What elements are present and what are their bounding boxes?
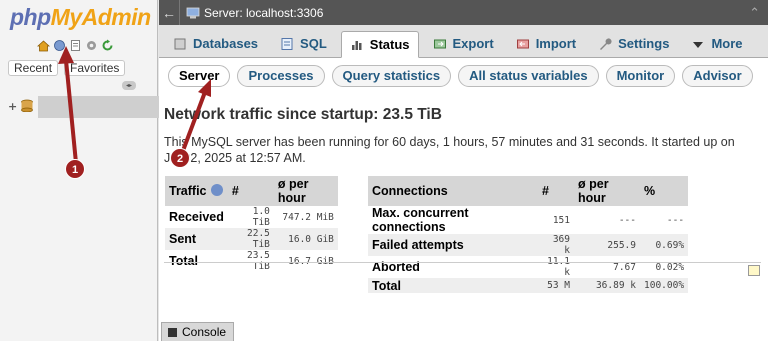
traffic-header: Traffic bbox=[165, 176, 228, 206]
subtab-all-status-variables[interactable]: All status variables bbox=[458, 65, 599, 87]
annotation-badge-1: 1 bbox=[65, 159, 85, 179]
page-title: Network traffic since startup: 23.5 TiB bbox=[164, 106, 442, 123]
uptime-text: This MySQL server has been running for 6… bbox=[164, 135, 735, 165]
server-icon bbox=[186, 7, 200, 18]
logout-icon[interactable] bbox=[53, 39, 66, 52]
connections-table: Connections # ø per hour % Max. concurre… bbox=[368, 176, 689, 293]
subtab-advisor[interactable]: Advisor bbox=[682, 65, 753, 87]
status-icon bbox=[351, 40, 362, 50]
help-icon[interactable] bbox=[210, 184, 223, 196]
traffic-table: Traffic # ø per hour Received 1.0 TiB 74… bbox=[165, 176, 338, 272]
table-row: Sent 22.5 TiB 16.0 GiB bbox=[165, 228, 338, 250]
connections-header: Connections bbox=[368, 176, 538, 206]
nav-icon-bar bbox=[37, 39, 114, 52]
console-button[interactable]: Console bbox=[161, 322, 235, 341]
subtab-monitor[interactable]: Monitor bbox=[605, 65, 676, 87]
tab-import[interactable]: Import bbox=[508, 30, 584, 57]
home-icon[interactable] bbox=[37, 39, 50, 52]
settings-icon[interactable] bbox=[85, 39, 98, 52]
tab-sql[interactable]: SQL bbox=[272, 30, 335, 57]
import-icon bbox=[516, 39, 529, 48]
table-row: Total 53 M 36.89 k 100.00% bbox=[368, 278, 689, 293]
caret-down-icon bbox=[693, 41, 704, 48]
per-hour-header: ø per hour bbox=[574, 176, 640, 206]
nav-tabs: Recent Favorites bbox=[8, 60, 126, 76]
wrench-icon bbox=[600, 37, 612, 50]
table-row: Max. concurrent connections 151 --- --- bbox=[368, 206, 689, 234]
tab-databases[interactable]: Databases bbox=[165, 30, 266, 57]
main-panel: ← Server: localhost:3306 ⌃ Databases SQL… bbox=[159, 0, 768, 341]
table-row: Failed attempts 369 k 255.9 0.69% bbox=[368, 234, 689, 256]
favorites-tab[interactable]: Favorites bbox=[64, 60, 126, 76]
table-row: Total 23.5 TiB 16.7 GiB bbox=[165, 250, 338, 272]
sql-icon bbox=[281, 37, 293, 50]
count-header: # bbox=[227, 176, 274, 206]
back-arrow-icon[interactable]: ← bbox=[159, 5, 179, 21]
database-icon bbox=[174, 38, 186, 49]
app-window: phpMyAdmin Recent Favorites ◂▸ + ← Serve… bbox=[0, 0, 768, 341]
per-hour-header: ø per hour bbox=[273, 176, 338, 206]
table-row: Aborted 11.1 k 7.67 0.02% bbox=[368, 256, 689, 278]
annotation-badge-2: 2 bbox=[170, 148, 190, 168]
percent-header: % bbox=[640, 176, 689, 206]
subtab-server[interactable]: Server bbox=[168, 65, 231, 87]
console-icon bbox=[168, 327, 177, 337]
database-tree-item[interactable]: + bbox=[8, 96, 160, 118]
subtab-query-statistics[interactable]: Query statistics bbox=[331, 65, 452, 87]
divider bbox=[164, 262, 761, 263]
reload-icon[interactable] bbox=[101, 39, 114, 52]
divider bbox=[179, 0, 180, 25]
collapse-all-icon[interactable]: ◂▸ bbox=[122, 81, 136, 90]
docs-icon[interactable] bbox=[69, 39, 82, 52]
breadcrumb-bar: ← Server: localhost:3306 ⌃ bbox=[159, 0, 768, 25]
phpmyadmin-logo[interactable]: phpMyAdmin bbox=[10, 4, 151, 31]
export-icon bbox=[433, 39, 446, 48]
tab-settings[interactable]: Settings bbox=[590, 30, 677, 57]
note-icon[interactable] bbox=[748, 265, 760, 276]
subtab-processes[interactable]: Processes bbox=[237, 65, 325, 87]
table-row: Received 1.0 TiB 747.2 MiB bbox=[165, 206, 338, 228]
breadcrumb-server[interactable]: Server: localhost:3306 bbox=[204, 6, 323, 20]
top-menu: Databases SQL Status Export Import Setti… bbox=[159, 25, 768, 58]
status-subtabs: Server Processes Query statistics All st… bbox=[168, 65, 753, 87]
recent-tab[interactable]: Recent bbox=[8, 60, 59, 76]
tab-more[interactable]: More bbox=[683, 30, 750, 57]
redacted-database-name bbox=[38, 96, 160, 118]
database-group-icon bbox=[21, 99, 33, 112]
tab-status[interactable]: Status bbox=[340, 31, 419, 58]
expand-icon[interactable]: + bbox=[8, 100, 17, 113]
collapse-up-icon[interactable]: ⌃ bbox=[749, 5, 760, 21]
tab-export[interactable]: Export bbox=[425, 30, 502, 57]
count-header: # bbox=[538, 176, 574, 206]
